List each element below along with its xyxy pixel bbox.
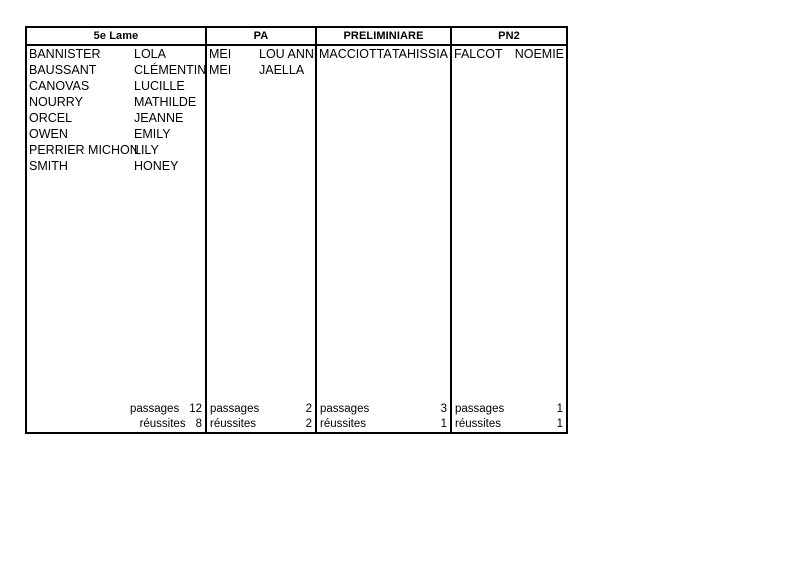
column-header-pn2: PN2 xyxy=(450,27,567,46)
tally-value: 2 xyxy=(305,418,312,430)
tally-value: 12 xyxy=(189,403,202,415)
list-item: BAUSSANT CLÉMENTINE xyxy=(27,62,205,78)
last-name: SMITH xyxy=(29,159,68,173)
column-body-pn2: FALCOT NOEMIE xyxy=(450,45,567,402)
list-item: ORCEL JEANNE xyxy=(27,110,205,126)
first-name: CLÉMENTINE xyxy=(134,63,205,77)
list-item: MEI LOU ANNE xyxy=(207,46,315,62)
column-header-pa: PA xyxy=(205,27,316,46)
last-name: MEI xyxy=(209,63,232,77)
name-list-preliminiare: MACCIOTTA TAHISSIA xyxy=(317,46,450,62)
first-name: LILY xyxy=(134,143,159,157)
last-name: ORCEL xyxy=(29,111,73,125)
list-item: MACCIOTTA TAHISSIA xyxy=(317,46,450,62)
first-name: MATHILDE xyxy=(134,95,197,109)
first-name: TAHISSIA xyxy=(391,47,448,61)
column-body-5e-lame: BANNISTER LOLA BAUSSANT CLÉMENTINE CANOV… xyxy=(26,45,206,402)
tally-cell-preliminiare-reussites: réussites 1 xyxy=(315,417,451,433)
tally-label: passages xyxy=(320,403,370,415)
tally-value: 1 xyxy=(556,403,563,415)
last-name: MEI xyxy=(209,47,232,61)
tally-value: 1 xyxy=(556,418,563,430)
first-name: LOU ANNE xyxy=(259,47,315,61)
tally-cell-pn2-reussites: réussites 1 xyxy=(450,417,567,433)
column-body-preliminiare: MACCIOTTA TAHISSIA xyxy=(315,45,451,402)
spreadsheet-page: 5e Lame PA PRELIMINIARE PN2 BANNISTER LO… xyxy=(0,0,800,565)
list-item: FALCOT NOEMIE xyxy=(452,46,566,62)
tally-cell-pa-reussites: réussites 2 xyxy=(205,417,316,433)
tally-row-passages: passages 12 passages 2 passages 3 passag… xyxy=(26,402,567,417)
tally-label: réussites xyxy=(139,418,186,430)
first-name: JEANNE xyxy=(134,111,184,125)
name-list-pa: MEI LOU ANNE MEI JAELLA xyxy=(207,46,315,78)
list-item: NOURRY MATHILDE xyxy=(27,94,205,110)
tally-cell-5e-lame-reussites: réussites 8 xyxy=(26,417,206,433)
column-header-preliminiare: PRELIMINIARE xyxy=(315,27,451,46)
tally-label: passages xyxy=(129,403,180,415)
tally-label: réussites xyxy=(455,418,502,430)
last-name: PERRIER MICHON xyxy=(29,143,139,157)
last-name: OWEN xyxy=(29,127,68,141)
list-item: SMITH HONEY xyxy=(27,158,205,174)
list-item: PERRIER MICHON LILY xyxy=(27,142,205,158)
column-body-pa: MEI LOU ANNE MEI JAELLA xyxy=(205,45,316,402)
table-body-row: BANNISTER LOLA BAUSSANT CLÉMENTINE CANOV… xyxy=(26,45,567,402)
tally-cell-pn2-passages: passages 1 xyxy=(450,402,567,417)
name-list-pn2: FALCOT NOEMIE xyxy=(452,46,566,62)
list-item: OWEN EMILY xyxy=(27,126,205,142)
last-name: NOURRY xyxy=(29,95,83,109)
tally-value: 3 xyxy=(440,403,447,415)
list-item: CANOVAS LUCILLE xyxy=(27,78,205,94)
first-name: NOEMIE xyxy=(514,47,564,61)
tally-label: réussites xyxy=(320,418,367,430)
name-list-5e-lame: BANNISTER LOLA BAUSSANT CLÉMENTINE CANOV… xyxy=(27,46,205,174)
table-header-row: 5e Lame PA PRELIMINIARE PN2 xyxy=(26,27,567,46)
column-header-5e-lame: 5e Lame xyxy=(26,27,206,46)
tally-cell-5e-lame-passages: passages 12 xyxy=(26,402,206,417)
first-name: LUCILLE xyxy=(134,79,185,93)
first-name: EMILY xyxy=(134,127,171,141)
first-name: HONEY xyxy=(134,159,179,173)
tally-label: passages xyxy=(210,403,260,415)
last-name: BANNISTER xyxy=(29,47,101,61)
first-name: JAELLA xyxy=(259,63,305,77)
tally-cell-pa-passages: passages 2 xyxy=(205,402,316,417)
last-name: FALCOT xyxy=(454,47,503,61)
tally-label: passages xyxy=(455,403,505,415)
first-name: LOLA xyxy=(134,47,166,61)
tally-value: 8 xyxy=(195,418,202,430)
results-table: 5e Lame PA PRELIMINIARE PN2 BANNISTER LO… xyxy=(25,26,568,434)
tally-value: 2 xyxy=(305,403,312,415)
tally-cell-preliminiare-passages: passages 3 xyxy=(315,402,451,417)
list-item: MEI JAELLA xyxy=(207,62,315,78)
last-name: CANOVAS xyxy=(29,79,90,93)
last-name: BAUSSANT xyxy=(29,63,97,77)
list-item: BANNISTER LOLA xyxy=(27,46,205,62)
tally-value: 1 xyxy=(440,418,447,430)
tally-row-reussites: réussites 8 réussites 2 réussites 1 réus… xyxy=(26,417,567,433)
last-name: MACCIOTTA xyxy=(319,47,392,61)
tally-label: réussites xyxy=(210,418,257,430)
